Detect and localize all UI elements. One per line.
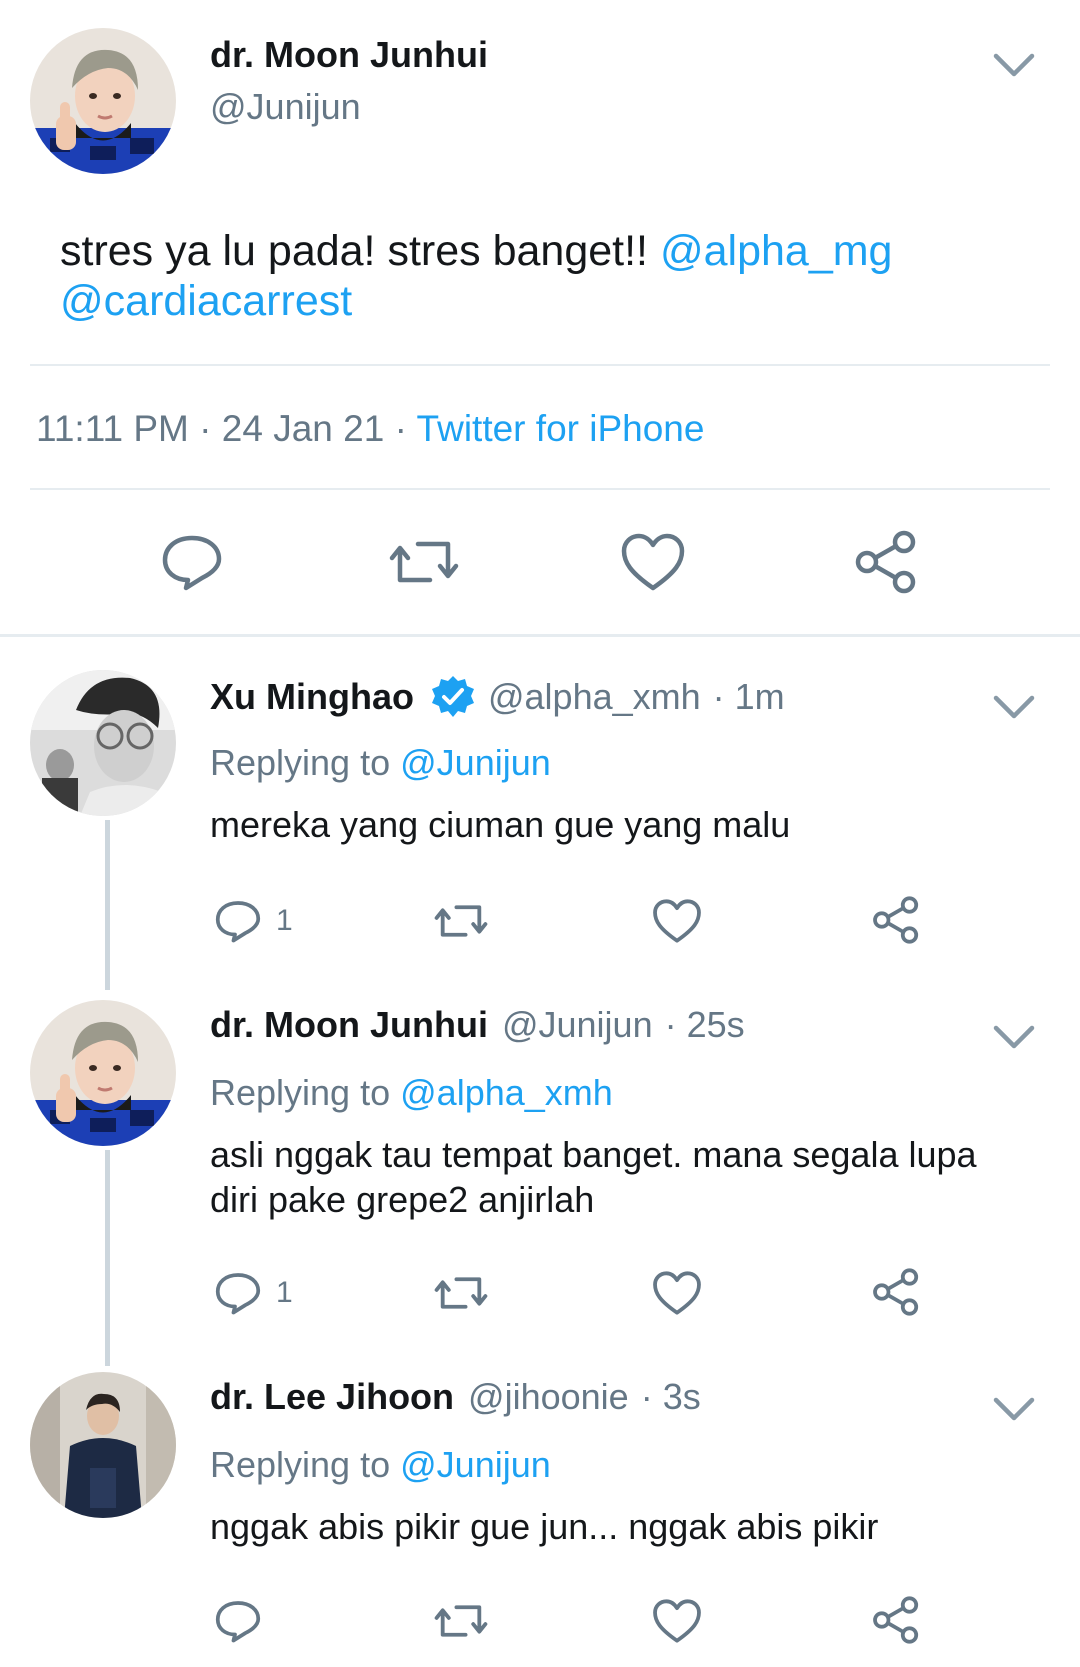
chevron-down-icon[interactable] [992,50,1036,80]
replying-to: Replying to @Junijun [210,742,551,784]
reply-header: Xu Minghao @alpha_xmh · 1m [210,674,785,720]
replying-to-link[interactable]: @alpha_xmh [400,1072,613,1113]
avatar-reply-2[interactable] [30,1000,176,1146]
reply-handle[interactable]: @jihoonie [468,1376,629,1418]
retweet-icon [389,541,459,583]
like-button[interactable] [652,898,702,944]
reply-text: nggak abis pikir gue jun... nggak abis p… [210,1506,879,1547]
reply-display-name[interactable]: dr. Moon Junhui [210,1004,488,1046]
retweet-button[interactable] [432,1598,490,1644]
reply-button[interactable]: 1 [214,898,293,944]
main-handle[interactable]: @Junijun [210,86,361,128]
share-button[interactable] [872,896,920,944]
replying-to-label: Replying to [210,1072,391,1113]
tweet-date: 24 Jan 21 [221,408,385,449]
replying-to: Replying to @Junijun [210,1444,551,1486]
reply-time: · 1m [712,676,785,717]
thread-line [105,1150,110,1366]
avatar-reply-1[interactable] [30,670,176,816]
replying-to-link[interactable]: @Junijun [400,1444,551,1485]
replying-to-label: Replying to [210,1444,391,1485]
mention-link[interactable]: @cardiacarrest [60,277,352,325]
reply-time: · 3s [640,1376,701,1417]
reply-icon [215,1601,261,1643]
mention-link[interactable]: @alpha_mg [660,227,893,275]
like-button[interactable] [652,1270,702,1316]
retweet-button[interactable] [386,532,462,592]
share-button[interactable] [872,1596,920,1644]
reply-header: dr. Moon Junhui @Junijun · 25s [210,1004,745,1046]
reply-text: asli nggak tau tempat banget. mana segal… [210,1134,977,1220]
divider [30,488,1050,490]
share-icon [873,1268,919,1316]
divider [30,364,1050,366]
reply-text: mereka yang ciuman gue yang malu [210,804,791,845]
like-button[interactable] [620,532,686,592]
tweet-source-link[interactable]: Twitter for iPhone [417,408,705,449]
avatar-main[interactable] [30,28,176,174]
reply-icon [215,1273,261,1315]
retweet-button[interactable] [432,898,490,944]
replying-to: Replying to @alpha_xmh [210,1072,613,1114]
avatar-reply-3[interactable] [30,1372,176,1518]
thread-line [105,820,110,990]
reply-button[interactable] [160,532,224,592]
retweet-icon [434,1277,488,1309]
chevron-down-icon[interactable] [992,1394,1036,1424]
reply-time: · 25s [664,1004,745,1045]
reply-button[interactable] [214,1598,276,1644]
tweet-time: 11:11 PM [36,408,189,449]
heart-icon [653,1271,701,1315]
main-display-name[interactable]: dr. Moon Junhui [210,34,488,76]
reply-icon [162,535,222,591]
section-divider [0,634,1080,637]
reply-count: 1 [276,1276,293,1309]
verified-badge-icon [430,674,476,720]
reply-header: dr. Lee Jihoon @jihoonie · 3s [210,1376,701,1418]
meta-separator: · [394,408,407,449]
reply-display-name[interactable]: dr. Lee Jihoon [210,1376,454,1418]
like-button[interactable] [652,1598,702,1644]
tweet-body: stres ya lu pada! stres banget!! [60,227,648,275]
tweet-meta: 11:11 PM · 24 Jan 21 · Twitter for iPhon… [36,408,704,450]
reply-icon [215,901,261,943]
heart-icon [653,1599,701,1643]
share-button[interactable] [872,1268,920,1316]
reply-count: 1 [276,904,293,937]
retweet-icon [434,1605,488,1637]
replying-to-label: Replying to [210,742,391,783]
reply-handle[interactable]: @alpha_xmh [488,676,701,718]
chevron-down-icon[interactable] [992,692,1036,722]
reply-handle[interactable]: @Junijun [502,1004,653,1046]
chevron-down-icon[interactable] [992,1022,1036,1052]
heart-icon [621,533,685,591]
main-tweet-text: stres ya lu pada! stres banget!! @alpha_… [60,226,1040,326]
share-icon [855,530,916,594]
heart-icon [653,899,701,943]
retweet-button[interactable] [432,1270,490,1316]
meta-separator: · [199,408,212,449]
replying-to-link[interactable]: @Junijun [400,742,551,783]
retweet-icon [434,905,488,937]
share-button[interactable] [854,530,918,594]
share-icon [873,1596,919,1644]
share-icon [873,896,919,944]
reply-button[interactable]: 1 [214,1270,293,1316]
reply-display-name[interactable]: Xu Minghao [210,676,414,718]
